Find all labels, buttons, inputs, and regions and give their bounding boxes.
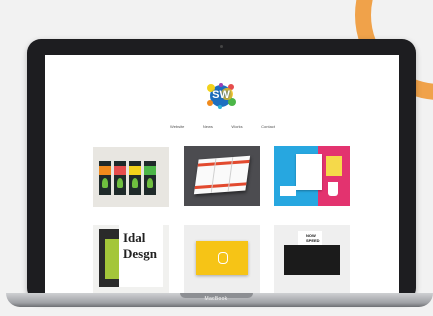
- white-card: NOW SPEED: [298, 231, 322, 245]
- nav-link-works[interactable]: Works: [231, 124, 242, 129]
- nav-link-website[interactable]: Website: [170, 124, 184, 129]
- typography-line: Idal: [123, 230, 146, 245]
- portfolio-thumb-typography[interactable]: Idal Desgn: [93, 225, 169, 293]
- black-card: [284, 245, 340, 275]
- site-logo[interactable]: SW: [205, 82, 237, 110]
- laptop-brand-label: MacBook: [204, 296, 228, 302]
- package-box: [144, 161, 156, 195]
- typography-line: Desgn: [123, 246, 157, 261]
- laptop-screen: SW Website News Works Contact Idal Desgn…: [45, 55, 399, 293]
- portfolio-thumb-stationery[interactable]: [274, 146, 350, 206]
- package-box: [129, 161, 141, 195]
- camera-dot-icon: [220, 45, 223, 48]
- site-navigation: Website News Works Contact: [170, 122, 275, 130]
- portfolio-thumb-yellow-card[interactable]: [184, 225, 260, 293]
- package-box: [114, 161, 126, 195]
- envelope: [326, 156, 342, 176]
- product-mockup-scene: SW Website News Works Contact Idal Desgn…: [0, 0, 433, 316]
- package-box: [99, 161, 111, 195]
- card-text: SPEED: [306, 238, 320, 243]
- portfolio-thumb-business-card[interactable]: NOW SPEED: [274, 225, 350, 293]
- trifold-brochure: [193, 155, 251, 195]
- business-card: [280, 186, 296, 196]
- brand-mark-icon: [218, 252, 228, 264]
- cup: [328, 182, 338, 196]
- nav-link-news[interactable]: News: [203, 124, 213, 129]
- letterhead: [296, 154, 322, 190]
- yellow-card: [196, 241, 248, 275]
- portfolio-thumb-packaging[interactable]: [93, 147, 169, 207]
- logo-text: SW: [212, 89, 230, 101]
- portfolio-thumb-brochure[interactable]: [184, 146, 260, 206]
- nav-link-contact[interactable]: Contact: [261, 124, 275, 129]
